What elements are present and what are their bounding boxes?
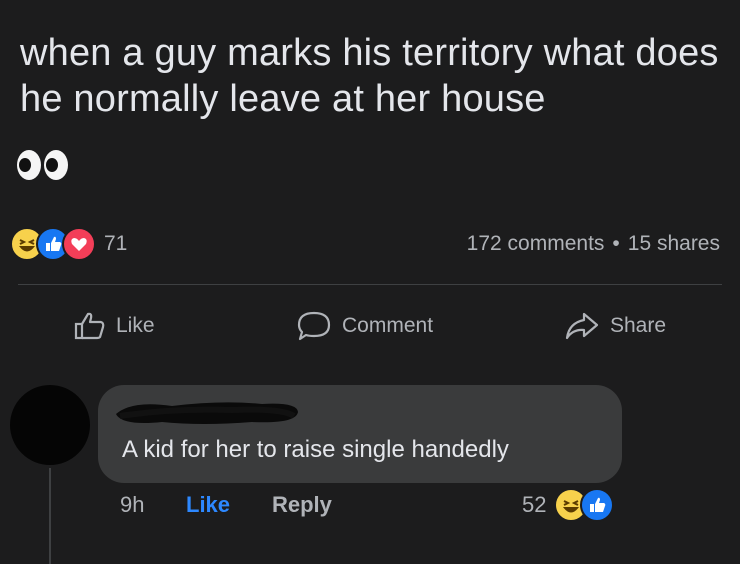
comment-text: A kid for her to raise single handedly (122, 436, 509, 463)
thread-line (49, 468, 51, 564)
comments-count-link[interactable]: 172 comments (467, 232, 605, 255)
comment-reaction-count: 52 (522, 492, 547, 517)
engagement-stats: 172 comments • 15 shares (467, 232, 720, 256)
separator-dot: • (612, 232, 620, 255)
like-icon (580, 488, 615, 522)
comment-label: Comment (342, 314, 434, 337)
comment-timestamp[interactable]: 9h (120, 492, 144, 518)
eyes-emoji-icon (17, 150, 68, 180)
comment-reply-button[interactable]: Reply (272, 492, 332, 518)
like-label: Like (116, 314, 155, 337)
share-label: Share (610, 314, 667, 337)
comment-reaction-summary[interactable]: 52 (522, 488, 615, 522)
thumbs-up-icon (74, 312, 105, 340)
share-arrow-icon (565, 312, 599, 340)
shares-count-link[interactable]: 15 shares (628, 232, 720, 255)
avatar[interactable] (10, 385, 90, 465)
post-text: when a guy marks his territory what does… (20, 32, 719, 120)
reaction-count: 71 (104, 232, 128, 255)
share-button[interactable]: Share (564, 306, 666, 346)
comment-button[interactable]: Comment (296, 306, 433, 346)
comment-like-button[interactable]: Like (186, 492, 230, 518)
love-icon (62, 227, 96, 261)
redacted-name (116, 402, 298, 424)
reaction-summary[interactable]: 71 (10, 227, 127, 261)
speech-bubble-icon (297, 311, 331, 341)
like-button[interactable]: Like (74, 306, 155, 346)
divider (18, 284, 722, 285)
